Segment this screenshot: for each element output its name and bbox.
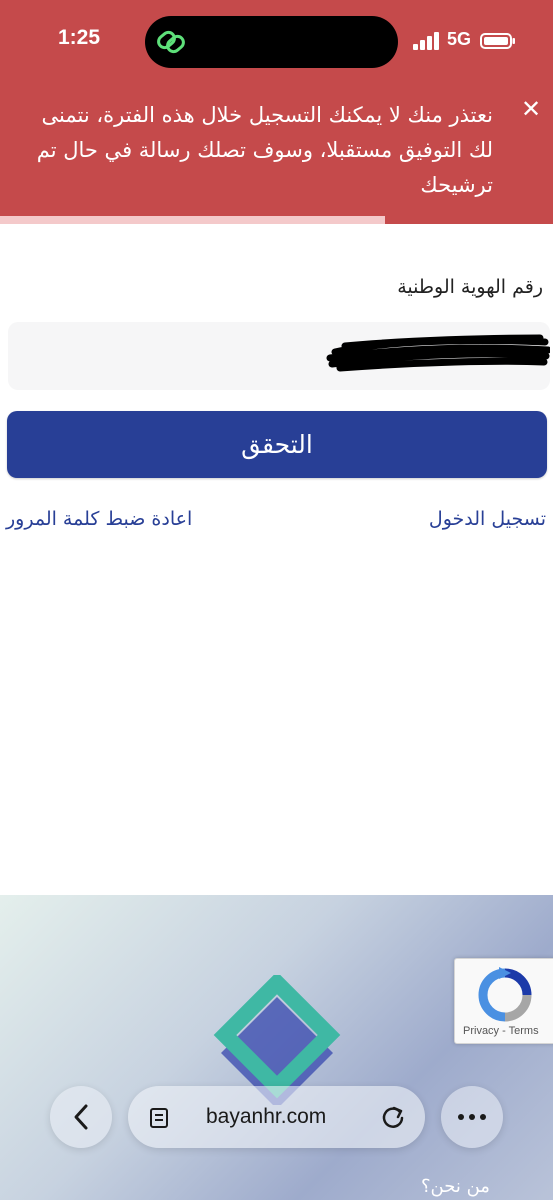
alert-message: نعتذر منك لا يمكنك التسجيل خلال هذه الفت…	[36, 103, 493, 197]
verify-button[interactable]: التحقق	[7, 411, 547, 478]
back-icon	[74, 1104, 88, 1130]
reset-password-link[interactable]: اعادة ضبط كلمة المرور	[6, 508, 192, 530]
recaptcha-terms-link[interactable]: Terms	[509, 1025, 539, 1037]
signal-icon	[413, 32, 443, 50]
status-time: 1:25	[58, 26, 101, 49]
national-id-label: رقم الهوية الوطنية	[397, 276, 543, 298]
redaction-scribble	[326, 334, 550, 372]
address-bar[interactable]: bayanhr.com	[128, 1086, 425, 1148]
url-text[interactable]: bayanhr.com	[206, 1105, 326, 1129]
browser-back-button[interactable]	[50, 1086, 112, 1148]
recaptcha-privacy-link[interactable]: Privacy	[463, 1025, 499, 1037]
close-icon[interactable]: ✕	[520, 97, 542, 121]
recaptcha-icon	[478, 967, 532, 1022]
status-indicators: 5G	[413, 29, 523, 52]
dynamic-island	[145, 16, 398, 68]
more-icon	[458, 1114, 486, 1120]
alert-timer-bar	[0, 216, 385, 224]
about-us-heading: من نحن؟	[421, 1176, 490, 1197]
page-icon[interactable]	[148, 1106, 172, 1130]
recaptcha-badge: Privacy - Terms	[454, 958, 553, 1044]
error-alert-banner: 1:25 5G ✕ نعتذر منك لا يمكنك التسجيل خلا…	[0, 0, 553, 224]
recaptcha-separator: -	[499, 1025, 509, 1037]
reload-icon[interactable]	[380, 1104, 406, 1130]
more-options-button[interactable]	[441, 1086, 503, 1148]
login-link[interactable]: تسجيل الدخول	[429, 508, 546, 530]
link-icon	[157, 30, 185, 54]
battery-icon	[480, 33, 515, 49]
network-type: 5G	[447, 29, 472, 49]
